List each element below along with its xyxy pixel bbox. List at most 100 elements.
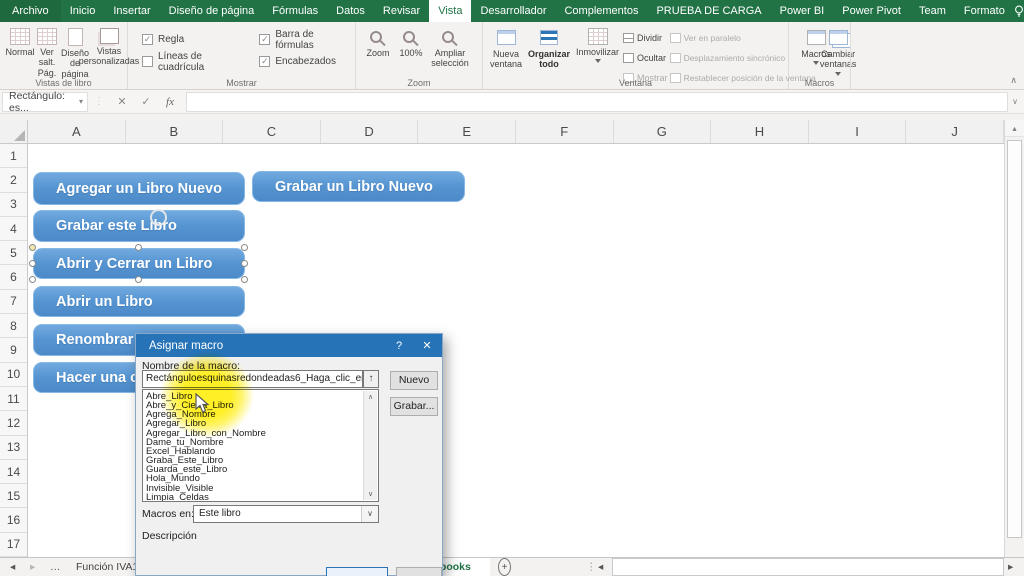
tab-archivo[interactable]: Archivo [0,0,61,22]
insert-function-icon[interactable]: fx [158,96,182,108]
shape-abrir-cerrar-libro[interactable]: Abrir y Cerrar un Libro [33,248,245,279]
row-header[interactable]: 12 [0,411,27,435]
checkbox-encabezados[interactable]: ✓Encabezados [259,55,350,68]
tab-insertar[interactable]: Insertar [104,0,159,22]
shape-grabar-libro-nuevo[interactable]: Grabar un Libro Nuevo [252,171,465,202]
row-header[interactable]: 14 [0,460,27,484]
selection-handle[interactable] [241,260,248,267]
selection-handle[interactable] [135,276,142,283]
row-header[interactable]: 13 [0,436,27,460]
column-header[interactable]: H [711,120,809,143]
row-header[interactable]: 5 [0,241,27,265]
row-header[interactable]: 8 [0,314,27,338]
vertical-scrollbar[interactable]: ▴ [1004,120,1024,557]
selection-handle[interactable] [135,244,142,251]
tab-inicio[interactable]: Inicio [61,0,105,22]
selection-handle[interactable] [29,244,36,251]
new-window-button[interactable]: Nueva ventana [488,25,524,73]
expand-formula-bar-icon[interactable]: ∨ [1012,97,1018,106]
sheet-nav-left-icon[interactable]: ◂ [10,558,15,576]
column-header[interactable]: D [321,120,419,143]
row-header[interactable]: 11 [0,387,27,411]
scroll-down-icon[interactable]: ∨ [368,490,373,498]
macros-en-dropdown[interactable]: Este libro ∨ [193,505,379,523]
row-header[interactable]: 15 [0,484,27,508]
dropdown-icon[interactable]: ∨ [361,506,378,522]
column-header[interactable]: B [126,120,224,143]
new-sheet-icon[interactable]: + [498,558,511,576]
hscroll-left-icon[interactable]: ◂ [598,558,603,576]
tab-formato[interactable]: Formato [955,0,1014,22]
spin-up-icon[interactable]: ↑ [363,370,379,388]
hscroll-right-icon[interactable]: ▸ [1008,558,1013,576]
row-header[interactable]: 17 [0,533,27,557]
sheet-nav-ellipsis[interactable]: … [50,558,61,576]
nuevo-button[interactable]: Nuevo [390,371,438,390]
macros-button[interactable]: Macros [794,25,838,68]
list-scrollbar[interactable]: ∧ ∨ [363,391,377,500]
split-button[interactable]: Dividir [623,30,668,45]
row-header[interactable]: 9 [0,338,27,362]
row-header[interactable]: 2 [0,168,27,192]
row-header[interactable]: 6 [0,265,27,289]
shape-grabar-este-libro[interactable]: Grabar este Libro [33,210,245,242]
tab-vista[interactable]: Vista [429,0,471,22]
name-box[interactable]: Rectángulo: es... ▾ [2,92,88,112]
column-header[interactable]: E [418,120,516,143]
help-icon[interactable]: ? [386,340,412,352]
selection-handle[interactable] [241,244,248,251]
checkbox-barra-formulas[interactable]: ✓Barra de fórmulas [259,33,350,46]
column-header[interactable]: A [28,120,126,143]
column-header[interactable]: C [223,120,321,143]
zoom-button[interactable]: Zoom [361,25,395,61]
close-icon[interactable]: ✕ [412,339,442,352]
row-header[interactable]: 16 [0,508,27,532]
macro-list-item[interactable]: Limpia_Celdas [146,493,362,502]
shape-agregar-libro-nuevo[interactable]: Agregar un Libro Nuevo [33,172,245,205]
selection-handle[interactable] [29,276,36,283]
vertical-scrollbar-thumb[interactable] [1007,140,1022,538]
collapse-ribbon-icon[interactable]: ∧ [1010,75,1017,86]
tab-team[interactable]: Team [910,0,955,22]
arrange-all-button[interactable]: Organizar todo [526,25,572,73]
scroll-up-icon[interactable]: ∧ [368,393,373,401]
tab-revisar[interactable]: Revisar [374,0,429,22]
sheet-nav-right-icon[interactable]: ▸ [30,558,35,576]
tab-complementos[interactable]: Complementos [555,0,647,22]
tell-me-button[interactable]: Indicar [1014,5,1024,17]
grabar-button[interactable]: Grabar... [390,397,438,416]
column-header[interactable]: I [809,120,907,143]
tab-power-bi[interactable]: Power BI [771,0,834,22]
cancelar-button[interactable] [396,567,442,576]
shape-abrir-libro[interactable]: Abrir un Libro [33,286,245,317]
zoom-100-button[interactable]: 100% [395,25,427,61]
tab-prueba-de-carga[interactable]: PRUEBA DE CARGA [647,0,770,22]
enter-icon[interactable]: ✓ [134,95,158,108]
page-break-preview-button[interactable]: Ver salt. Pág. [35,25,59,81]
formula-input[interactable] [186,92,1008,112]
horizontal-scrollbar[interactable] [612,558,1004,576]
name-box-dropdown-icon[interactable]: ▾ [79,97,83,106]
hide-button[interactable]: Ocultar [623,50,668,65]
freeze-panes-button[interactable]: Inmovilizar [574,25,621,66]
row-header[interactable]: 4 [0,217,27,241]
tab-datos[interactable]: Datos [327,0,374,22]
select-all-corner[interactable] [0,120,28,144]
column-header[interactable]: F [516,120,614,143]
scroll-up-icon[interactable]: ▴ [1005,120,1024,137]
macro-list[interactable]: Abre_Libro Abre_y_Cierra_Libro Agrega_No… [142,389,379,502]
checkbox-regla[interactable]: ✓Regla [142,33,245,46]
column-header[interactable]: G [614,120,712,143]
normal-view-button[interactable]: Normal [5,25,35,60]
row-header[interactable]: 3 [0,193,27,217]
tab-desarrollador[interactable]: Desarrollador [471,0,555,22]
cancel-icon[interactable]: ✕ [110,95,134,108]
zoom-selection-button[interactable]: Ampliar selección [427,25,473,72]
tab-diseno-pagina[interactable]: Diseño de página [160,0,264,22]
aceptar-button[interactable] [326,567,388,576]
tab-formulas[interactable]: Fórmulas [263,0,327,22]
column-header[interactable]: J [906,120,1004,143]
selection-handle[interactable] [29,260,36,267]
custom-views-button[interactable]: Vistas personalizadas [91,25,127,70]
tab-power-pivot[interactable]: Power Pivot [833,0,910,22]
